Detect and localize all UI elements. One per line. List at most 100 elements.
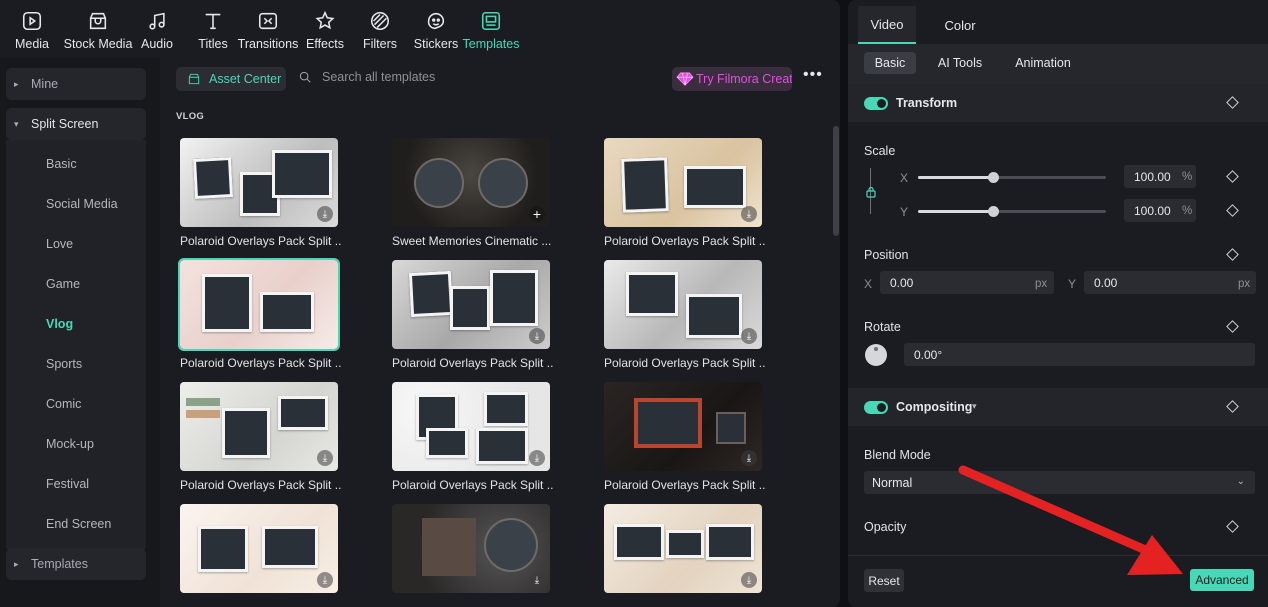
position-y-field[interactable]: 0.00 [1084,271,1256,294]
download-icon[interactable]: ⤓ [741,572,757,588]
scale-x-label: X [900,171,909,185]
tab-color[interactable]: Color [930,6,990,44]
download-icon[interactable]: ⤓ [317,572,333,588]
sidebar-item-vlog[interactable]: Vlog [46,317,73,331]
scale-x-slider[interactable] [918,172,1106,183]
toolbar-label: Filters [362,37,398,51]
download-icon[interactable]: ⤓ [529,328,545,344]
template-thumbnail: ⤓ [604,382,762,471]
sidebar-item-social-media[interactable]: Social Media [46,197,118,211]
position-x-label: X [864,277,873,291]
keyframe-diamond-icon[interactable] [1226,96,1239,109]
download-icon[interactable]: ⤓ [741,328,757,344]
subtab-ai-tools[interactable]: AI Tools [928,52,992,74]
transform-toggle[interactable] [864,96,888,110]
sidebar-item-love[interactable]: Love [46,237,73,251]
toolbar-media[interactable]: Media [8,0,56,58]
add-icon[interactable]: + [529,206,545,222]
compositing-toggle[interactable] [864,400,888,414]
slider-knob[interactable] [988,206,1000,217]
sidebar-item-mock-up[interactable]: Mock-up [46,437,94,451]
promo-label: Try Filmora Creati [696,72,792,86]
template-thumbnail: ⤓ [180,138,338,227]
template-title: Polaroid Overlays Pack Split ... [604,478,766,492]
toolbar-stickers[interactable]: Stickers [414,0,458,58]
position-y-value: 0.00 [1094,275,1118,290]
rotate-field[interactable]: 0.00° [904,343,1255,366]
text-t-icon [205,13,221,30]
subtab-animation[interactable]: Animation [1006,52,1080,74]
toolbar-effects[interactable]: Effects [304,0,346,58]
keyframe-diamond-icon[interactable] [1226,170,1239,183]
template-title: Polaroid Overlays Pack Split ... [392,478,554,492]
stock-media-icon [89,12,107,30]
top-toolbar: Media Stock Media Audio Titles Transitio… [0,0,840,58]
asset-center-button[interactable]: Asset Center [176,67,286,91]
toolbar-filters[interactable]: Filters [360,0,400,58]
sidebar-item-festival[interactable]: Festival [46,477,89,491]
sidebar-item-end-screen[interactable]: End Screen [46,517,111,531]
sidebar-category-split-screen[interactable]: ▾ Split Screen [6,108,146,140]
slider-knob[interactable] [988,172,1000,183]
subtab-basic[interactable]: Basic [864,52,916,74]
download-icon[interactable]: ⤓ [741,450,757,466]
template-title: Polaroid Overlays Pack Split ... [604,234,766,248]
rotate-dial[interactable] [865,344,887,366]
blend-mode-select[interactable]: Normal ⌄ [864,471,1255,494]
keyframe-diamond-icon[interactable] [1226,248,1239,261]
try-filmora-creative-button[interactable]: Try Filmora Creati [672,67,792,91]
template-thumbnail: ⤓ [604,260,762,349]
template-thumbnail: ⤓ [392,260,550,349]
toolbar-label: Audio [141,37,173,51]
rotate-value: 0.00° [914,347,943,362]
keyframe-diamond-icon[interactable] [1226,520,1239,533]
download-icon[interactable]: ⤓ [741,206,757,222]
search-placeholder: Search all templates [322,70,436,84]
toolbar-label: Transitions [237,37,299,51]
section-title-vlog: VLOG [176,111,205,122]
scale-y-unit: % [1182,205,1193,217]
toolbar-audio[interactable]: Audio [135,0,179,58]
keyframe-diamond-icon[interactable] [1226,204,1239,217]
reset-button[interactable]: Reset [864,569,904,592]
lock-icon[interactable] [865,186,877,198]
download-icon[interactable]: ⤓ [317,450,333,466]
sidebar-item-basic[interactable]: Basic [46,157,77,171]
compositing-section-header: Compositing ▾ [848,388,1268,426]
chevron-down-icon: ⌄ [1236,476,1245,487]
download-icon[interactable]: ⤓ [529,572,545,588]
opacity-label: Opacity [864,520,907,534]
keyframe-diamond-icon[interactable] [1226,400,1239,413]
sidebar-item-comic[interactable]: Comic [46,397,81,411]
download-icon[interactable]: ⤓ [317,206,333,222]
tab-video[interactable]: Video [858,6,916,44]
template-search[interactable]: Search all templates [298,70,435,84]
advanced-button[interactable]: Advanced [1190,569,1254,591]
slider-fill [918,210,994,213]
toolbar-titles[interactable]: Titles [193,0,233,58]
template-list-scrollbar[interactable] [833,126,839,236]
caret-right-icon: ▸ [14,558,19,569]
sidebar-category-mine[interactable]: ▸ Mine [6,68,146,100]
more-options-icon[interactable]: ••• [803,67,823,83]
template-thumbnail: + [392,138,550,227]
scale-y-slider[interactable] [918,206,1106,217]
scale-x-unit: % [1182,171,1193,183]
template-sidebar: ▸ Mine ▾ Split Screen Basic Social Media… [0,58,160,607]
sidebar-item-sports[interactable]: Sports [46,357,82,371]
position-x-field[interactable]: 0.00 [880,271,1054,294]
keyframe-diamond-icon[interactable] [1226,320,1239,333]
template-thumbnail: ⤓ [604,504,762,593]
sidebar-category-templates[interactable]: ▸ Templates [6,548,146,580]
position-x-unit: px [1035,278,1048,290]
sidebar-item-game[interactable]: Game [46,277,80,291]
inspector-panel: Video Color Basic AI Tools Animation Tra… [848,0,1268,607]
toolbar-templates[interactable]: Templates [462,0,520,58]
caret-down-icon[interactable]: ▾ [972,401,977,412]
download-icon[interactable]: ⤓ [529,450,545,466]
toolbar-transitions[interactable]: Transitions [237,0,299,58]
toolbar-stock-media[interactable]: Stock Media [61,0,135,58]
template-title: Polaroid Overlays Pack Split ... [392,356,554,370]
filters-icon [370,11,390,31]
template-thumbnail: ⤓ [392,504,550,593]
